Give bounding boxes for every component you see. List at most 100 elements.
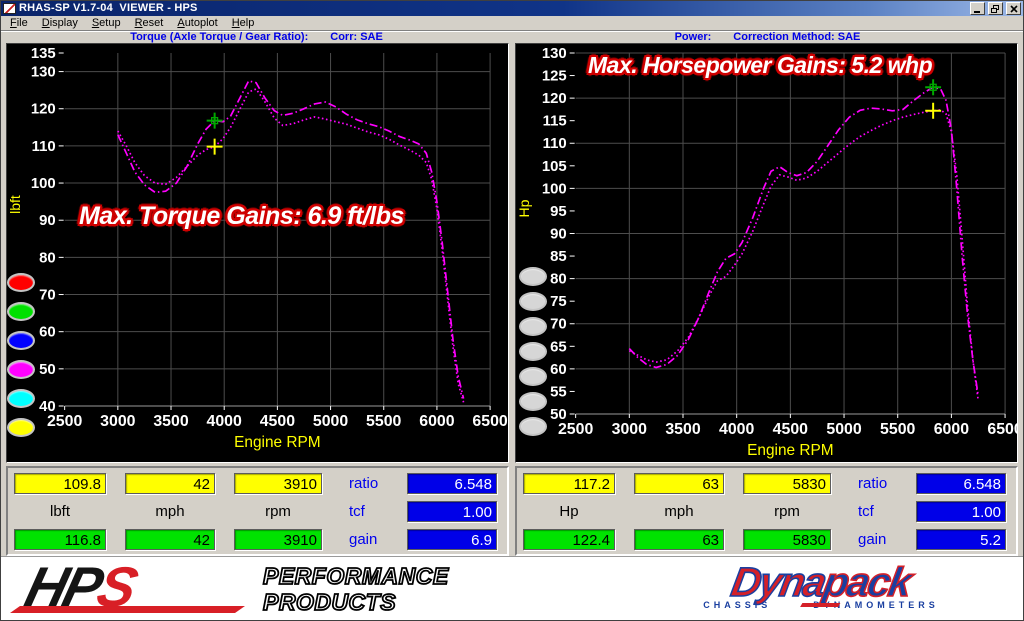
menu-item-help[interactable]: Help bbox=[225, 16, 262, 30]
hps-logo-text: HPS bbox=[20, 558, 141, 616]
y-tick-label: 105 bbox=[542, 158, 567, 175]
x-tick-label: 5500 bbox=[880, 421, 915, 438]
data-row: 109.8423910lbftmphrpm116.8423910ratio6.5… bbox=[1, 466, 1023, 556]
power-plot[interactable]: 2500300035004000450050005500600065001301… bbox=[516, 44, 1017, 462]
torque-data-panel: 109.8423910lbftmphrpm116.8423910ratio6.5… bbox=[6, 466, 509, 556]
power-header-correction: Correction Method: SAE bbox=[733, 31, 860, 43]
x-tick-label: 4000 bbox=[207, 413, 242, 430]
power-ratio-label: ratio bbox=[858, 473, 887, 494]
torque-chart-header: Torque (Axle Torque / Gear Ratio): Corr:… bbox=[1, 31, 512, 43]
charts-row: Max. Torque Gains: 6.9 ft/lbs 2500300035… bbox=[1, 43, 1023, 463]
restore-button[interactable] bbox=[988, 2, 1003, 15]
torque-tcf-value: 1.00 bbox=[407, 501, 497, 522]
x-tick-label: 6000 bbox=[419, 413, 454, 430]
torque-gain-value: 6.9 bbox=[407, 529, 497, 550]
power-gain-label: gain bbox=[858, 529, 886, 550]
window-title: RHAS-SP V1.7-04 VIEWER - HPS bbox=[19, 1, 967, 16]
chart-headers: Torque (Axle Torque / Gear Ratio): Corr:… bbox=[1, 31, 1023, 43]
torque-header-correction: Corr: SAE bbox=[330, 31, 383, 43]
x-tick-label: 4500 bbox=[773, 421, 808, 438]
torque-modified-run-curve bbox=[118, 81, 464, 399]
torque-trace-button-2[interactable] bbox=[7, 302, 35, 321]
power-baseline-hp-value: 117.2 bbox=[523, 473, 615, 494]
menu-item-autoplot[interactable]: Autoplot bbox=[170, 16, 224, 30]
power-modified-cursor[interactable] bbox=[925, 79, 941, 95]
torque-ratio-label: ratio bbox=[349, 473, 378, 494]
power-baseline-rpm-value: 5830 bbox=[743, 473, 831, 494]
y-tick-label: 135 bbox=[31, 45, 56, 62]
y-tick-label: 95 bbox=[550, 203, 567, 220]
power-column-label-hp: Hp bbox=[523, 501, 615, 522]
x-tick-label: 5000 bbox=[313, 413, 348, 430]
y-tick-label: 65 bbox=[550, 338, 567, 355]
torque-baseline-cursor[interactable] bbox=[207, 139, 223, 155]
power-data-panel: 117.2635830Hpmphrpm122.4635830ratio6.548… bbox=[515, 466, 1018, 556]
torque-trace-button-6[interactable] bbox=[7, 418, 35, 437]
y-tick-label: 100 bbox=[542, 180, 567, 197]
y-tick-label: 80 bbox=[39, 249, 56, 266]
power-baseline-run-curve bbox=[629, 110, 978, 401]
y-tick-label: 110 bbox=[32, 138, 56, 155]
power-baseline-cursor[interactable] bbox=[925, 103, 941, 119]
torque-header-title: Torque (Axle Torque / Gear Ratio): bbox=[130, 31, 308, 43]
menu-item-setup[interactable]: Setup bbox=[85, 16, 128, 30]
torque-trace-button-3[interactable] bbox=[7, 331, 35, 350]
y-tick-label: 70 bbox=[39, 286, 56, 303]
torque-modified-mph-value: 42 bbox=[125, 529, 215, 550]
hps-tagline-line1: PERFORMANCE bbox=[263, 563, 449, 589]
torque-column-label-mph: mph bbox=[125, 501, 215, 522]
menu-item-reset[interactable]: Reset bbox=[128, 16, 171, 30]
dynapack-caption: CHASSIS DYNAMOMETERS bbox=[631, 600, 1011, 610]
power-trace-button-7[interactable] bbox=[519, 417, 547, 436]
power-trace-button-4[interactable] bbox=[519, 342, 547, 361]
y-axis-title: lbft bbox=[7, 195, 23, 214]
torque-plot[interactable]: 2500300035004000450050005500600065001351… bbox=[7, 44, 508, 462]
torque-ratio-value: 6.548 bbox=[407, 473, 497, 494]
y-tick-label: 115 bbox=[543, 113, 567, 130]
power-baseline-mph-value: 63 bbox=[634, 473, 724, 494]
dynapack-logo: Dynapack CHASSIS DYNAMOMETERS bbox=[631, 562, 1011, 610]
minimize-button[interactable] bbox=[970, 2, 985, 15]
x-tick-label: 6500 bbox=[987, 421, 1017, 438]
power-trace-button-5[interactable] bbox=[519, 367, 547, 386]
power-trace-button-3[interactable] bbox=[519, 317, 547, 336]
torque-gain-label: gain bbox=[349, 529, 377, 550]
torque-trace-button-4[interactable] bbox=[7, 360, 35, 379]
dynapack-caption-chassis: CHASSIS bbox=[703, 600, 771, 610]
power-chart-panel: Max. Horsepower Gains: 5.2 whp 250030003… bbox=[515, 43, 1018, 463]
app-window: RHAS-SP V1.7-04 VIEWER - HPS FileDisplay… bbox=[0, 0, 1024, 621]
torque-trace-button-5[interactable] bbox=[7, 389, 35, 408]
hps-tagline-line2: PRODUCTS bbox=[263, 589, 449, 615]
y-tick-label: 50 bbox=[550, 406, 567, 423]
torque-modified-rpm-value: 3910 bbox=[234, 529, 322, 550]
torque-modified-lbft-value: 116.8 bbox=[14, 529, 106, 550]
power-ratio-value: 6.548 bbox=[916, 473, 1006, 494]
menu-item-file[interactable]: File bbox=[3, 16, 35, 30]
y-tick-label: 40 bbox=[39, 398, 56, 415]
y-tick-label: 130 bbox=[542, 45, 567, 62]
power-trace-button-1[interactable] bbox=[519, 267, 547, 286]
torque-baseline-run-curve bbox=[118, 89, 464, 402]
torque-baseline-mph-value: 42 bbox=[125, 473, 215, 494]
torque-tcf-label: tcf bbox=[349, 501, 365, 522]
y-tick-label: 90 bbox=[550, 225, 567, 242]
menu-item-display[interactable]: Display bbox=[35, 16, 85, 30]
y-tick-label: 100 bbox=[31, 175, 56, 192]
torque-chart-panel: Max. Torque Gains: 6.9 ft/lbs 2500300035… bbox=[6, 43, 509, 463]
x-tick-label: 5000 bbox=[826, 421, 861, 438]
torque-gain-annotation: Max. Torque Gains: 6.9 ft/lbs bbox=[79, 202, 404, 231]
torque-trace-button-1[interactable] bbox=[7, 273, 35, 292]
y-tick-label: 80 bbox=[550, 271, 567, 288]
power-column-label-mph: mph bbox=[634, 501, 724, 522]
y-tick-label: 85 bbox=[550, 248, 567, 265]
close-button[interactable] bbox=[1006, 2, 1021, 15]
dynapack-caption-divider bbox=[800, 603, 840, 607]
y-tick-label: 60 bbox=[550, 361, 567, 378]
y-tick-label: 120 bbox=[31, 101, 56, 118]
x-axis-title: Engine RPM bbox=[234, 434, 320, 451]
power-trace-button-2[interactable] bbox=[519, 292, 547, 311]
power-trace-button-6[interactable] bbox=[519, 392, 547, 411]
power-header-title: Power: bbox=[675, 31, 712, 43]
y-tick-label: 75 bbox=[550, 293, 567, 310]
torque-baseline-rpm-value: 3910 bbox=[234, 473, 322, 494]
